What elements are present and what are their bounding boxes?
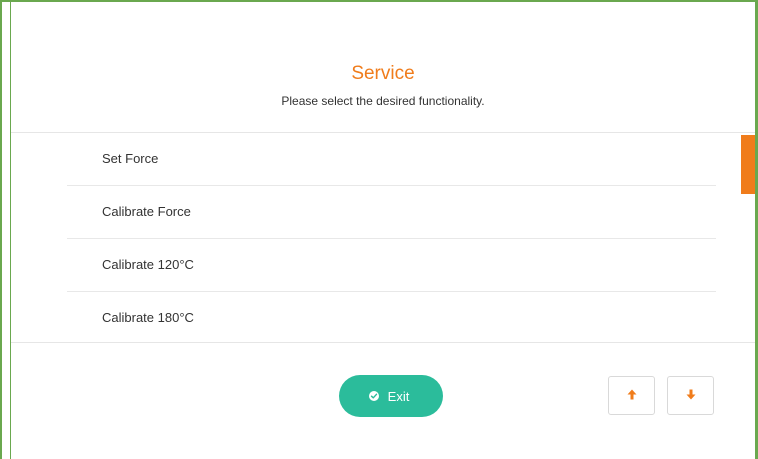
- page-title: Service: [351, 63, 415, 84]
- scroll-up-button[interactable]: [608, 376, 655, 415]
- menu-item-set-force[interactable]: Set Force: [67, 133, 716, 186]
- header: Service Please select the desired functi…: [11, 2, 755, 132]
- list-bottom-divider: [11, 342, 755, 343]
- menu-item-calibrate-180[interactable]: Calibrate 180°C: [67, 292, 716, 344]
- exit-button-label: Exit: [387, 388, 410, 404]
- menu-item-calibrate-force[interactable]: Calibrate Force: [67, 186, 716, 239]
- exit-button[interactable]: Exit: [339, 375, 443, 417]
- page-subtitle: Please select the desired functionality.: [281, 94, 485, 108]
- menu-item-calibrate-120[interactable]: Calibrate 120°C: [67, 239, 716, 292]
- check-circle-icon: [368, 391, 379, 401]
- arrow-down-icon: [686, 387, 696, 405]
- arrow-up-icon: [627, 387, 637, 405]
- scroll-down-button[interactable]: [667, 376, 714, 415]
- scrollbar-thumb[interactable]: [741, 135, 755, 194]
- service-menu-list: Set Force Calibrate Force Calibrate 120°…: [67, 133, 716, 342]
